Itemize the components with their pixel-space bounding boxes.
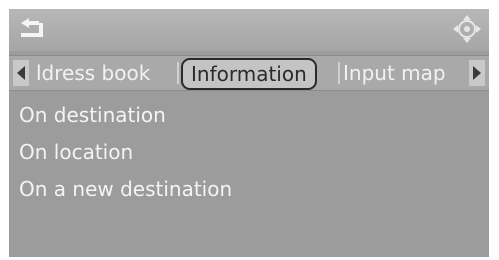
tab-input-map[interactable]: Input map: [343, 56, 446, 90]
triangle-left-icon: [17, 66, 25, 80]
tab-scroll-right-button[interactable]: [469, 60, 485, 86]
tab-divider: [177, 62, 179, 84]
navigation-screen: ldress book Information Input map On des…: [9, 9, 489, 257]
information-menu: On destination On location On a new dest…: [19, 97, 479, 208]
tab-address-book[interactable]: ldress book: [36, 56, 150, 90]
menu-item-on-new-destination[interactable]: On a new destination: [19, 171, 479, 208]
tab-bar: ldress book Information Input map: [9, 55, 489, 91]
tab-scroll-left-button[interactable]: [13, 60, 29, 86]
menu-item-on-destination[interactable]: On destination: [19, 97, 479, 134]
tab-divider: [338, 62, 340, 84]
menu-item-on-location[interactable]: On location: [19, 134, 479, 171]
back-arrow-icon: [21, 18, 43, 37]
top-bar: [9, 9, 489, 51]
back-button[interactable]: [17, 17, 45, 43]
tab-information[interactable]: Information: [181, 58, 317, 90]
controller-knob-icon: [453, 15, 481, 43]
triangle-right-icon: [473, 66, 481, 80]
